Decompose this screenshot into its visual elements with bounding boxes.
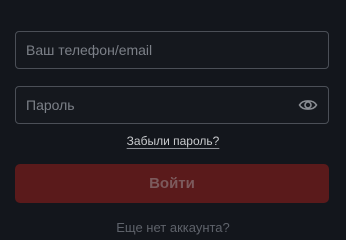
- eye-icon[interactable]: [298, 96, 318, 114]
- forgot-password-link[interactable]: Забыли пароль?: [127, 134, 220, 148]
- forgot-password-row: Забыли пароль?: [0, 134, 346, 148]
- password-input[interactable]: [26, 87, 296, 123]
- login-button[interactable]: Войти: [15, 164, 329, 203]
- password-field[interactable]: [15, 86, 329, 124]
- login-field[interactable]: [15, 31, 329, 69]
- login-input[interactable]: [26, 32, 296, 68]
- no-account-text: Еще нет аккаунта?: [116, 220, 230, 235]
